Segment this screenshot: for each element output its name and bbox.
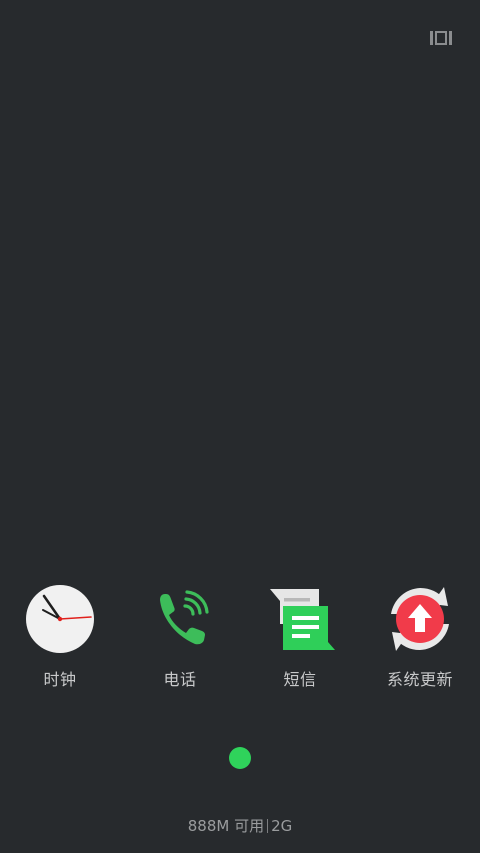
app-label-phone: 电话 bbox=[163, 670, 197, 689]
app-dock: 时钟 电话 短信 系统更新 bbox=[0, 584, 480, 694]
clock-icon bbox=[26, 585, 94, 653]
app-system-update[interactable]: 系统更新 bbox=[360, 584, 480, 694]
message-icon bbox=[270, 589, 335, 650]
app-clock[interactable]: 时钟 bbox=[0, 584, 120, 694]
app-label-clock: 时钟 bbox=[43, 670, 77, 689]
system-update-icon bbox=[391, 587, 449, 651]
phone-icon bbox=[160, 590, 209, 645]
app-messages[interactable]: 短信 bbox=[240, 584, 360, 694]
page-indicator-dot bbox=[229, 747, 251, 769]
app-phone[interactable]: 电话 bbox=[120, 584, 240, 694]
recent-apps-icon[interactable] bbox=[430, 30, 452, 46]
memory-total: 2G bbox=[271, 817, 293, 835]
app-label-system-update: 系统更新 bbox=[386, 670, 453, 689]
app-label-messages: 短信 bbox=[283, 670, 317, 689]
memory-status[interactable]: 888M 可用 2G bbox=[0, 815, 480, 836]
memory-separator bbox=[267, 819, 269, 833]
memory-available: 888M 可用 bbox=[187, 817, 265, 835]
